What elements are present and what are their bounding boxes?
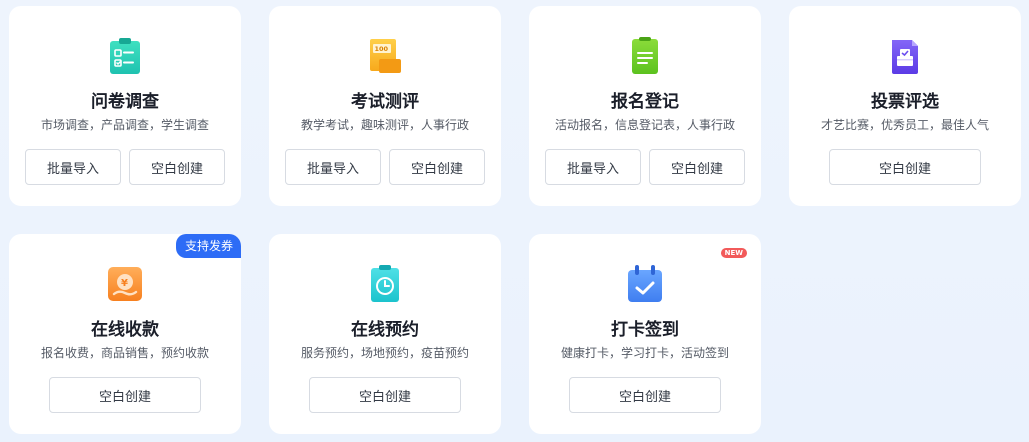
card-title: 在线收款 [91, 320, 159, 340]
appointment-icon [365, 264, 405, 304]
card-title: 问卷调查 [91, 92, 159, 112]
batch-import-button[interactable]: 批量导入 [285, 149, 381, 185]
button-row: 批量导入 空白创建 [545, 149, 745, 185]
card-survey: 问卷调查 市场调查，产品调查，学生调查 批量导入 空白创建 [9, 6, 241, 206]
svg-text:¥: ¥ [121, 278, 128, 289]
card-title: 打卡签到 [611, 320, 679, 340]
button-row: 空白创建 [545, 377, 745, 413]
checkin-icon [625, 264, 665, 304]
card-vote: 投票评选 才艺比赛，优秀员工，最佳人气 空白创建 [789, 6, 1021, 206]
registration-icon [625, 36, 665, 76]
blank-create-button[interactable]: 空白创建 [649, 149, 745, 185]
card-checkin: NEW 打卡签到 健康打卡，学习打卡，活动签到 空白创建 [529, 234, 761, 434]
survey-icon [105, 36, 145, 76]
card-description: 才艺比赛，优秀员工，最佳人气 [820, 118, 989, 132]
card-description: 服务预约，场地预约，疫苗预约 [300, 346, 469, 360]
card-title: 投票评选 [871, 92, 939, 112]
button-row: 空白创建 [25, 377, 225, 413]
card-appointment: 在线预约 服务预约，场地预约，疫苗预约 空白创建 [269, 234, 501, 434]
card-title: 在线预约 [351, 320, 419, 340]
card-description: 活动报名，信息登记表，人事行政 [554, 118, 735, 132]
button-row: 空白创建 [805, 149, 1005, 185]
card-title: 考试测评 [351, 92, 419, 112]
svg-text:100: 100 [375, 45, 389, 53]
blank-create-button[interactable]: 空白创建 [309, 377, 461, 413]
card-description: 教学考试，趣味测评，人事行政 [300, 118, 469, 132]
card-exam: 100 考试测评 教学考试，趣味测评，人事行政 批量导入 空白创建 [269, 6, 501, 206]
coupon-support-badge: 支持发券 [175, 234, 241, 258]
vote-icon [885, 36, 925, 76]
card-payment: 支持发券 ¥ 在线收款 报名收费，商品销售，预约收款 空白创建 [9, 234, 241, 434]
payment-icon: ¥ [105, 264, 145, 304]
blank-create-button[interactable]: 空白创建 [389, 149, 485, 185]
card-registration: 报名登记 活动报名，信息登记表，人事行政 批量导入 空白创建 [529, 6, 761, 206]
batch-import-button[interactable]: 批量导入 [25, 149, 121, 185]
blank-create-button[interactable]: 空白创建 [129, 149, 225, 185]
blank-create-button[interactable]: 空白创建 [49, 377, 201, 413]
exam-icon: 100 [365, 36, 405, 76]
button-row: 批量导入 空白创建 [285, 149, 485, 185]
button-row: 空白创建 [285, 377, 485, 413]
batch-import-button[interactable]: 批量导入 [545, 149, 641, 185]
new-badge: NEW [720, 248, 747, 258]
card-description: 报名收费，商品销售，预约收款 [40, 346, 209, 360]
card-title: 报名登记 [611, 92, 679, 112]
card-description: 健康打卡，学习打卡，活动签到 [560, 346, 729, 360]
blank-create-button[interactable]: 空白创建 [569, 377, 721, 413]
card-description: 市场调查，产品调查，学生调查 [40, 118, 209, 132]
button-row: 批量导入 空白创建 [25, 149, 225, 185]
blank-create-button[interactable]: 空白创建 [829, 149, 981, 185]
